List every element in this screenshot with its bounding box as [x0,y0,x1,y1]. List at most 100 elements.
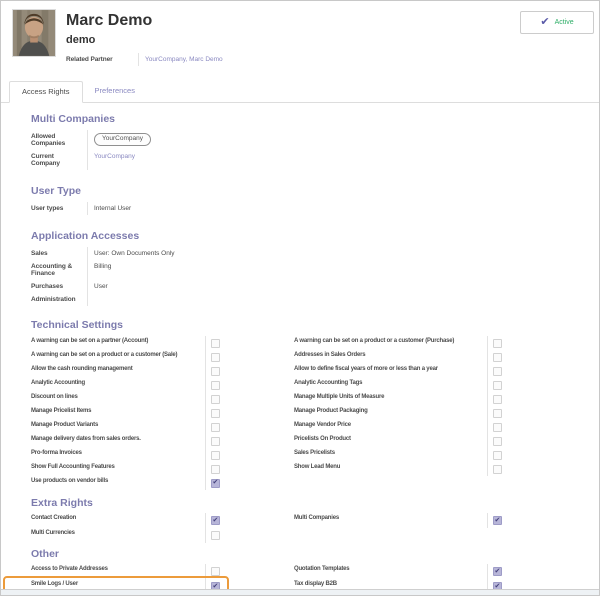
setting-checkbox[interactable] [493,381,502,390]
setting-checkbox[interactable] [211,367,220,376]
setting-row: Manage Product Packaging [294,406,509,420]
field-value: Billing [87,260,311,280]
checkbox-cell [487,406,509,420]
setting-label: Addresses in Sales Orders [294,350,487,364]
setting-row: Pro-forma Invoices [31,448,227,462]
setting-checkbox[interactable] [493,516,502,525]
related-partner-label: Related Partner [66,53,138,66]
setting-label: Use products on vendor bills [31,476,205,490]
setting-checkbox[interactable] [211,465,220,474]
checkbox-cell [205,448,227,462]
checkbox-cell [205,420,227,434]
setting-label: Show Lead Menu [294,462,487,476]
form-content: Multi Companies Allowed Companies YourCo… [1,113,599,596]
setting-checkbox[interactable] [493,367,502,376]
setting-label: Manage Vendor Price [294,420,487,434]
active-toggle-button[interactable]: ✔ Active [520,11,594,34]
tab-access-rights[interactable]: Access Rights [9,81,83,103]
field-label: Allowed Companies [31,130,87,150]
checkbox-cell [487,462,509,476]
avatar-photo-icon [13,10,55,56]
setting-checkbox[interactable] [211,437,220,446]
setting-checkbox[interactable] [211,451,220,460]
setting-checkbox[interactable] [493,353,502,362]
active-button-label: Active [555,19,574,26]
company-tag: YourCompany [94,133,151,146]
setting-row: A warning can be set on a partner (Accou… [31,336,227,350]
setting-row: Use products on vendor bills [31,476,227,490]
tab-preferences[interactable]: Preferences [83,81,147,102]
checkbox-cell [205,350,227,364]
section-title-multi-companies: Multi Companies [31,113,569,125]
checkbox-cell [487,434,509,448]
related-partner-link[interactable]: YourCompany, Marc Demo [138,53,366,66]
field-value: User [87,280,311,293]
setting-checkbox[interactable] [493,437,502,446]
setting-checkbox[interactable] [211,381,220,390]
setting-checkbox[interactable] [211,516,220,525]
setting-checkbox[interactable] [493,423,502,432]
setting-checkbox[interactable] [493,395,502,404]
setting-label: Manage delivery dates from sales orders. [31,434,205,448]
setting-checkbox[interactable] [211,409,220,418]
setting-checkbox[interactable] [493,451,502,460]
setting-row: Multi Companies [294,513,509,528]
setting-checkbox[interactable] [211,353,220,362]
checkbox-cell [205,513,227,528]
checkbox-cell [487,513,509,528]
setting-checkbox[interactable] [493,465,502,474]
section-title-other: Other [31,548,569,560]
setting-label: Discount on lines [31,392,205,406]
setting-checkbox[interactable] [493,409,502,418]
field-label: Administration [31,293,87,306]
setting-checkbox[interactable] [211,479,220,488]
field-value-link[interactable]: YourCompany [87,150,311,170]
setting-checkbox[interactable] [493,567,502,576]
section-title-extra-rights: Extra Rights [31,497,569,509]
setting-label: Pro-forma Invoices [31,448,205,462]
setting-checkbox[interactable] [211,395,220,404]
setting-checkbox[interactable] [493,339,502,348]
checkbox-cell [205,434,227,448]
field-row: Current Company YourCompany [31,150,311,170]
setting-row: Pricelists On Product [294,434,509,448]
setting-label: A warning can be set on a product or a c… [294,336,487,350]
application-accesses-fields: Sales User: Own Documents Only Accountin… [31,247,311,306]
setting-row: Quotation Templates [294,564,509,579]
check-icon: ✔ [540,17,549,28]
extra-rights-right-column: Multi Companies [294,513,509,543]
field-row: Purchases User [31,280,311,293]
setting-label: Quotation Templates [294,564,487,579]
checkbox-cell [205,476,227,490]
checkbox-cell [487,564,509,579]
setting-checkbox[interactable] [211,423,220,432]
setting-checkbox[interactable] [211,567,220,576]
related-partner-row: Related Partner YourCompany, Marc Demo [66,53,366,66]
setting-checkbox[interactable] [211,339,220,348]
checkbox-cell [205,528,227,543]
field-value [87,293,311,306]
setting-row: Analytic Accounting Tags [294,378,509,392]
user-login: demo [66,34,589,46]
checkbox-cell [205,406,227,420]
checkbox-cell [487,378,509,392]
setting-row: Contact Creation [31,513,227,528]
checkbox-cell [205,364,227,378]
extra-rights-grid: Contact Creation Multi Currencies Multi … [31,513,569,543]
field-row: User types Internal User [31,202,311,215]
setting-row: Access to Private Addresses [31,564,227,579]
multi-companies-fields: Allowed Companies YourCompany Current Co… [31,130,311,170]
setting-label: Contact Creation [31,513,205,528]
setting-row: Show Full Accounting Features [31,462,227,476]
tab-bar: Access Rights Preferences [1,81,599,103]
checkbox-cell [205,564,227,579]
checkbox-cell [205,378,227,392]
setting-checkbox[interactable] [211,531,220,540]
setting-label: Manage Multiple Units of Measure [294,392,487,406]
setting-label: Analytic Accounting [31,378,205,392]
field-label: Accounting & Finance [31,260,87,280]
setting-label: A warning can be set on a partner (Accou… [31,336,205,350]
setting-row: Discount on lines [31,392,227,406]
field-row: Sales User: Own Documents Only [31,247,311,260]
checkbox-cell [487,350,509,364]
